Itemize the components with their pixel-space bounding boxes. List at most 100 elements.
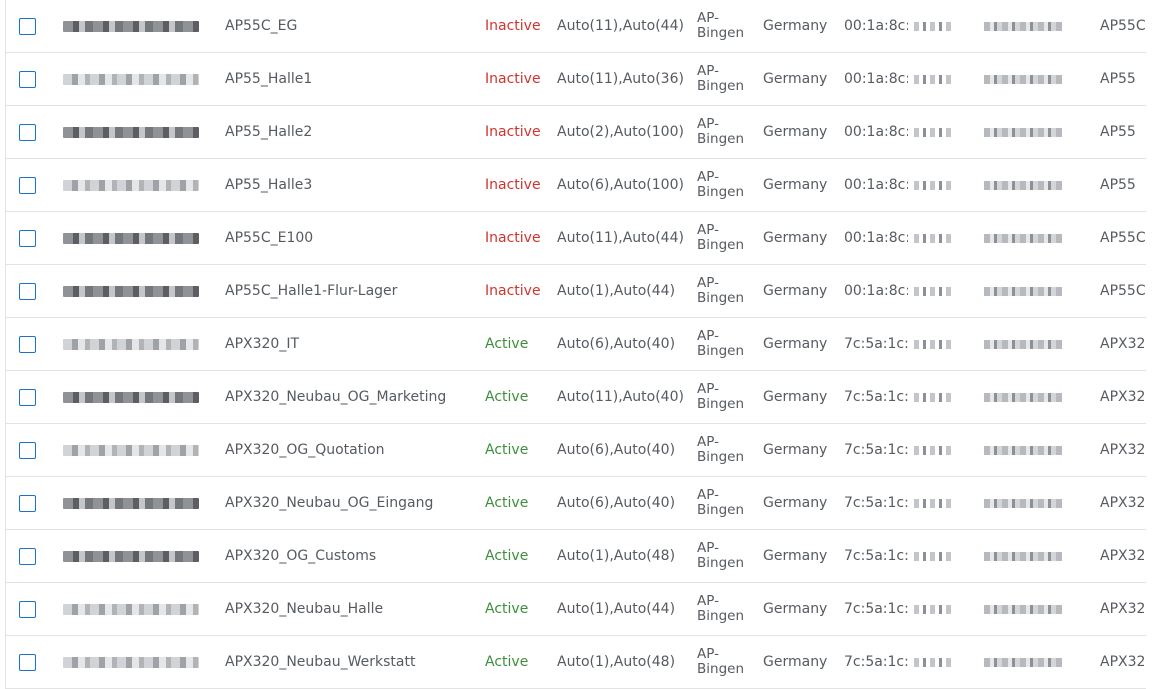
country: Germany: [763, 548, 828, 564]
channels: Auto(1),Auto(44): [557, 283, 676, 299]
status-text: Active: [485, 442, 529, 458]
model: APX320: [1100, 601, 1146, 617]
channels: Auto(6),Auto(100): [557, 177, 684, 193]
model: APX320: [1100, 548, 1146, 564]
table-row[interactable]: APX320_Neubau_OG_Marketing Active Auto(1…: [6, 371, 1146, 424]
redacted-serial: [63, 106, 211, 158]
ap-name: APX320_IT: [225, 336, 300, 352]
model: APX320: [1100, 654, 1146, 670]
redacted-mac-mask: [908, 530, 1066, 582]
status-text: Active: [485, 601, 529, 617]
ap-name: AP55C_Halle1-Flur-Lager: [225, 283, 398, 299]
row-checkbox[interactable]: [19, 441, 36, 459]
row-checkbox[interactable]: [19, 600, 36, 618]
redacted-serial: [63, 424, 211, 476]
country: Germany: [763, 389, 828, 405]
redacted-mac-mask: [908, 371, 1066, 423]
row-checkbox[interactable]: [19, 335, 36, 353]
country: Germany: [763, 283, 828, 299]
table-row[interactable]: AP55_Halle1 Inactive Auto(11),Auto(36) A…: [6, 53, 1146, 106]
channels: Auto(2),Auto(100): [557, 124, 684, 140]
redacted-serial: [63, 530, 211, 582]
row-checkbox-cell[interactable]: [19, 583, 37, 635]
country: Germany: [763, 495, 828, 511]
row-checkbox-cell[interactable]: [19, 477, 37, 529]
row-checkbox[interactable]: [19, 494, 36, 512]
row-checkbox-cell[interactable]: [19, 318, 37, 370]
redacted-mac-mask: [908, 212, 1066, 264]
row-checkbox-cell[interactable]: [19, 371, 37, 423]
row-checkbox-cell[interactable]: [19, 53, 37, 105]
status-text: Inactive: [485, 230, 541, 246]
table-row[interactable]: AP55_Halle2 Inactive Auto(2),Auto(100) A…: [6, 106, 1146, 159]
row-checkbox[interactable]: [19, 176, 36, 194]
status-text: Active: [485, 336, 529, 352]
table-row[interactable]: APX320_Neubau_Werkstatt Active Auto(1),A…: [6, 636, 1146, 689]
ap-name: AP55_Halle3: [225, 177, 313, 193]
status-text: Inactive: [485, 177, 541, 193]
access-point-table: AP55C_EG Inactive Auto(11),Auto(44) AP-B…: [5, 0, 1146, 689]
zone: AP-Bingen: [697, 328, 744, 359]
country: Germany: [763, 601, 828, 617]
row-checkbox-cell[interactable]: [19, 424, 37, 476]
row-checkbox-cell[interactable]: [19, 106, 37, 158]
table-row[interactable]: AP55_Halle3 Inactive Auto(6),Auto(100) A…: [6, 159, 1146, 212]
status-text: Active: [485, 495, 529, 511]
row-checkbox[interactable]: [19, 17, 36, 35]
channels: Auto(6),Auto(40): [557, 495, 676, 511]
row-checkbox[interactable]: [19, 547, 36, 565]
table-row[interactable]: APX320_OG_Quotation Active Auto(6),Auto(…: [6, 424, 1146, 477]
row-checkbox[interactable]: [19, 282, 36, 300]
channels: Auto(11),Auto(40): [557, 389, 684, 405]
table-row[interactable]: APX320_Neubau_Halle Active Auto(1),Auto(…: [6, 583, 1146, 636]
row-checkbox-cell[interactable]: [19, 212, 37, 264]
country: Germany: [763, 177, 828, 193]
zone: AP-Bingen: [697, 646, 744, 677]
row-checkbox-cell[interactable]: [19, 636, 37, 688]
row-checkbox-cell[interactable]: [19, 530, 37, 582]
ap-name: APX320_OG_Customs: [225, 548, 377, 564]
status-text: Inactive: [485, 71, 541, 87]
status-text: Inactive: [485, 124, 541, 140]
row-checkbox[interactable]: [19, 123, 36, 141]
zone: AP-Bingen: [697, 116, 744, 147]
redacted-serial: [63, 583, 211, 635]
country: Germany: [763, 124, 828, 140]
redacted-mac-mask: [908, 0, 1066, 52]
channels: Auto(11),Auto(44): [557, 18, 684, 34]
model: APX320: [1100, 495, 1146, 511]
redacted-serial: [63, 318, 211, 370]
channels: Auto(6),Auto(40): [557, 336, 676, 352]
model: APX320: [1100, 389, 1146, 405]
table-row[interactable]: APX320_OG_Customs Active Auto(1),Auto(48…: [6, 530, 1146, 583]
redacted-mac-mask: [908, 636, 1066, 688]
row-checkbox[interactable]: [19, 653, 36, 671]
redacted-serial: [63, 0, 211, 52]
redacted-mac-mask: [908, 318, 1066, 370]
row-checkbox-cell[interactable]: [19, 265, 37, 317]
zone: AP-Bingen: [697, 593, 744, 624]
table-row[interactable]: APX320_IT Active Auto(6),Auto(40) AP-Bin…: [6, 318, 1146, 371]
row-checkbox[interactable]: [19, 70, 36, 88]
table-row[interactable]: AP55C_Halle1-Flur-Lager Inactive Auto(1)…: [6, 265, 1146, 318]
country: Germany: [763, 230, 828, 246]
zone: AP-Bingen: [697, 434, 744, 465]
ap-name: APX320_Neubau_Werkstatt: [225, 654, 416, 670]
row-checkbox[interactable]: [19, 388, 36, 406]
table-row[interactable]: APX320_Neubau_OG_Eingang Active Auto(6),…: [6, 477, 1146, 530]
row-checkbox[interactable]: [19, 229, 36, 247]
redacted-mac-mask: [908, 424, 1066, 476]
redacted-serial: [63, 212, 211, 264]
redacted-mac-mask: [908, 583, 1066, 635]
zone: AP-Bingen: [697, 381, 744, 412]
row-checkbox-cell[interactable]: [19, 0, 37, 52]
table-row[interactable]: AP55C_E100 Inactive Auto(11),Auto(44) AP…: [6, 212, 1146, 265]
table-row[interactable]: AP55C_EG Inactive Auto(11),Auto(44) AP-B…: [6, 0, 1146, 53]
status-text: Active: [485, 389, 529, 405]
country: Germany: [763, 71, 828, 87]
ap-name: AP55C_EG: [225, 18, 298, 34]
country: Germany: [763, 18, 828, 34]
row-checkbox-cell[interactable]: [19, 159, 37, 211]
zone: AP-Bingen: [697, 10, 744, 41]
model: AP55C: [1100, 18, 1146, 34]
